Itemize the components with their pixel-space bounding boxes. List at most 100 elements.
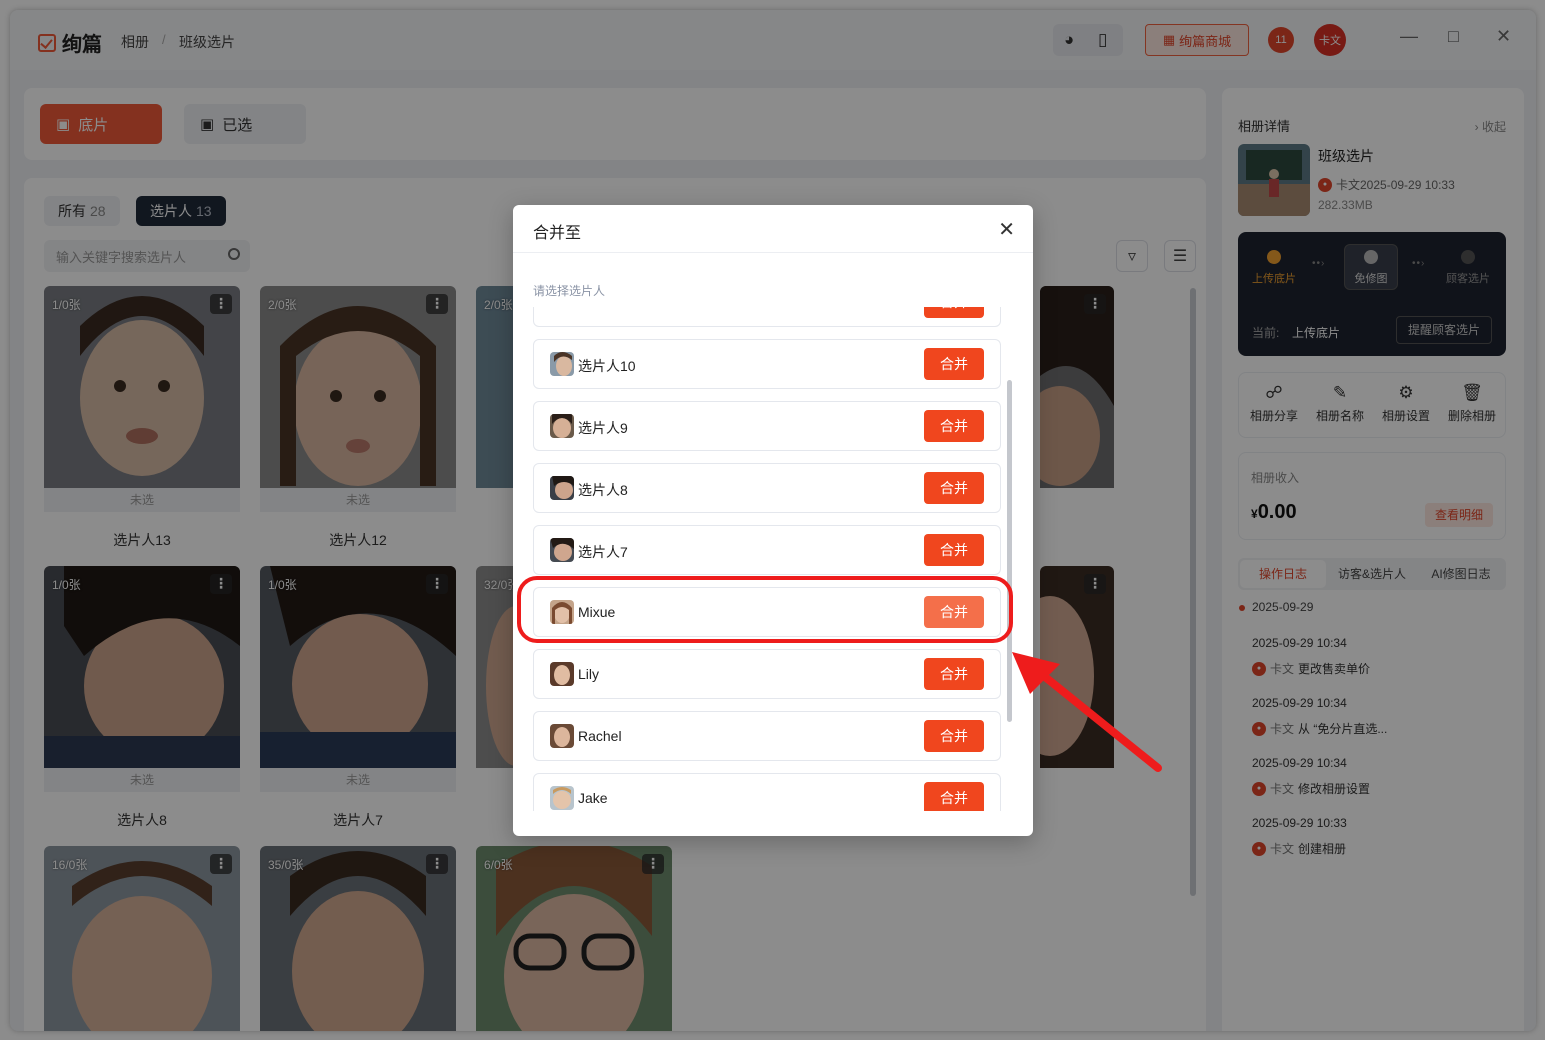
merge-button[interactable]: 合并 [924,658,984,690]
phone-icon[interactable]: ▯ [1098,30,1107,50]
tab-operation-log[interactable]: 操作日志 [1240,560,1326,588]
filter-all-label: 所有 [58,203,86,219]
mall-button[interactable]: ▦ 绚篇商城 [1145,24,1249,56]
main-scrollbar[interactable] [1190,288,1196,896]
merge-button[interactable]: 合并 [924,782,984,811]
income-detail-button[interactable]: 查看明细 [1425,503,1493,527]
picker-photo[interactable] [44,566,240,768]
filter-pickers[interactable]: 选片人 13 [136,196,226,226]
more-icon[interactable]: ⋮ [642,854,664,874]
avatar [550,786,574,810]
image-check-icon: ▣ [200,116,215,133]
list-item: 选片人10 合并 [533,339,1001,389]
picker-card[interactable]: 6/0张 ⋮ [476,846,672,1031]
breadcrumb-album[interactable]: 相册 [121,32,149,52]
app-logo[interactable]: 绚篇 [38,28,102,57]
gear-icon: ⚙ [1398,383,1414,402]
tab-negatives-label: 底片 [78,116,109,134]
picker-name: 选片人10 [578,358,636,374]
picker-name: 选片人7 [333,812,383,828]
more-icon[interactable]: ⋮ [1084,294,1106,314]
picker-name: Lily [578,666,600,682]
merge-dialog: 合并至 ✕ 请选择选片人 合并 选片人10 合并 选片人9 合并 选片人8 合并… [513,205,1033,836]
more-icon[interactable]: ⋮ [210,294,232,314]
picker-name: Rachel [578,728,622,744]
breadcrumb-current: 班级选片 [179,34,235,50]
tab-visitors[interactable]: 访客&选片人 [1328,560,1416,588]
merge-button[interactable]: 合并 [924,410,984,442]
picker-photo[interactable] [260,566,456,768]
picker-card[interactable]: 35/0张 ⋮ [260,846,456,1031]
list-item: 选片人9 合并 [533,401,1001,451]
avatar: ● [1252,661,1266,676]
picker-card[interactable]: 2/0张 ⋮ 未选 [260,286,456,512]
headset-icon[interactable]: ◕ [1064,30,1074,50]
filter-button[interactable]: ▿ [1116,240,1148,272]
picker-list[interactable]: 合并 选片人10 合并 选片人9 合并 选片人8 合并 选片人7 合并 Mixu… [513,307,1033,811]
merge-button[interactable]: 合并 [924,348,984,380]
picker-photo[interactable] [44,286,240,488]
more-icon[interactable]: ⋮ [426,294,448,314]
income-currency: ¥ [1251,507,1258,521]
more-icon[interactable]: ⋮ [426,854,448,874]
tab-selected-label: 已选 [222,116,253,134]
picker-photo[interactable] [260,846,456,1031]
merge-button[interactable]: 合并 [924,307,984,318]
album-detail-title: 相册详情 [1238,119,1291,134]
picker-photo[interactable] [260,286,456,488]
picker-card[interactable]: 1/0张 ⋮ 未选 [44,566,240,792]
rename-album-label: 相册名称 [1315,409,1364,423]
more-icon[interactable]: ⋮ [210,574,232,594]
picker-photo[interactable] [476,846,672,1031]
remind-customer-button[interactable]: 提醒顾客选片 [1396,316,1492,344]
picker-card[interactable]: 1/0张 ⋮ 未选 [260,566,456,792]
close-icon[interactable]: ✕ [998,217,1015,242]
collapse-label: 收起 [1481,120,1506,134]
merge-button[interactable]: 合并 [924,472,984,504]
merge-button[interactable]: 合并 [924,534,984,566]
check-square-icon [38,33,56,52]
delete-album-button[interactable]: 🗑 删除相册 [1439,383,1505,424]
avatar [550,352,574,376]
filter-pickers-count: 13 [196,203,212,219]
picker-search-input[interactable]: 输入关键字搜索选片人 [44,240,250,272]
photo-count: 1/0张 [268,578,297,592]
tab-negatives[interactable]: ▣ 底片 [40,104,162,144]
log-action: 从 “免分片直选... [1298,722,1388,736]
maximize-icon[interactable]: □ [1448,26,1459,47]
picker-photo[interactable] [1040,566,1114,768]
dialog-scrollbar[interactable] [1007,380,1012,722]
more-icon[interactable]: ⋮ [426,574,448,594]
shop-icon: ▦ [1162,32,1176,47]
more-icon[interactable]: ⋮ [210,854,232,874]
picker-photo[interactable] [44,846,240,1031]
list-item: 选片人7 合并 [533,525,1001,575]
album-name: 班级选片 [1318,148,1374,164]
filter-all[interactable]: 所有 28 [44,196,120,226]
picker-photo[interactable] [1040,286,1114,488]
list-item: Jake 合并 [533,773,1001,811]
picker-card[interactable]: ⋮ [1040,566,1114,792]
avatar [550,662,574,686]
tab-selected[interactable]: ▣ 已选 [184,104,306,144]
user-avatar[interactable]: 卡文 [1314,24,1346,56]
notification-badge[interactable]: 11 [1268,27,1294,53]
picker-card[interactable]: 16/0张 ⋮ [44,846,240,1031]
tab-ai-retouch-log[interactable]: AI修图日志 [1418,560,1504,588]
rename-album-button[interactable]: ✎ 相册名称 [1307,383,1373,424]
avatar [550,538,574,562]
trash-icon: 🗑 [1461,383,1483,402]
merge-button[interactable]: 合并 [924,720,984,752]
list-view-button[interactable]: ☰ [1164,240,1196,272]
search-icon[interactable] [228,248,240,260]
album-settings-button[interactable]: ⚙ 相册设置 [1373,383,1439,424]
share-album-button[interactable]: ☍ 相册分享 [1241,383,1307,424]
picker-card[interactable]: 1/0张 ⋮ 未选 [44,286,240,512]
step-customer-pick: 顾客选片 [1438,250,1498,286]
more-icon[interactable]: ⋮ [1084,574,1106,594]
close-window-icon[interactable]: ✕ [1496,26,1511,47]
collapse-button[interactable]: › 收起 [1475,118,1506,135]
picker-card[interactable]: ⋮ [1040,286,1114,512]
photo-count: 6/0张 [484,858,513,872]
minimize-icon[interactable]: — [1400,26,1418,47]
